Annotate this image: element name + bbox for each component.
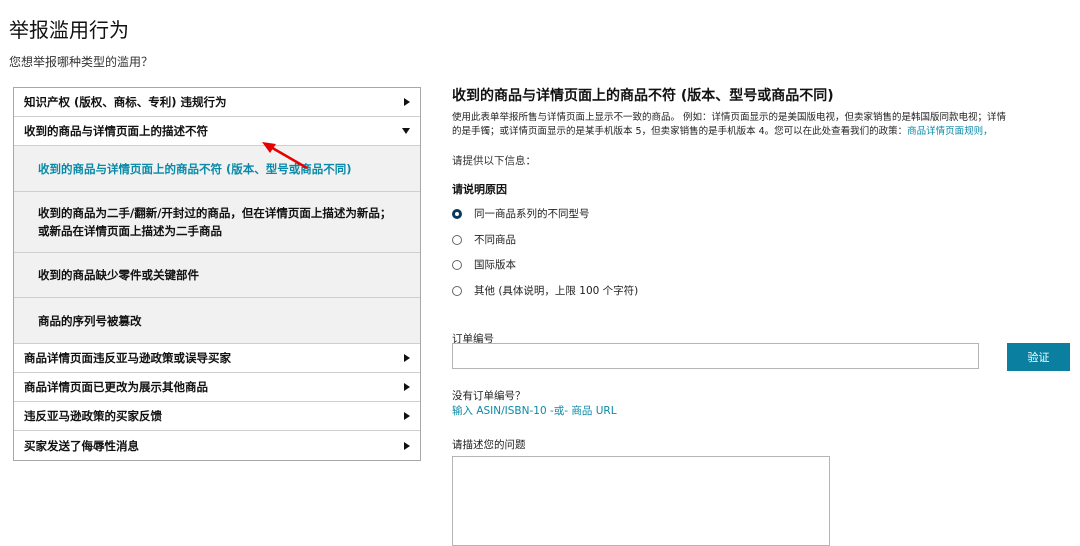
asin-url-link[interactable]: 输入 ASIN/ISBN-10 -或- 商品 URL xyxy=(452,403,617,418)
subitem-serial-tampered[interactable]: 商品的序列号被篡改 xyxy=(14,298,420,344)
subitem-label-line1: 收到的商品为二手/翻新/开封过的商品，但在详情页面上描述为新品； xyxy=(38,206,392,220)
menu-item-label: 买家发送了侮辱性消息 xyxy=(24,438,139,453)
subitem-label: 收到的商品缺少零件或关键部件 xyxy=(38,268,199,282)
reason-label: 不同商品 xyxy=(474,234,516,246)
chevron-right-icon xyxy=(404,412,410,420)
radio-button[interactable] xyxy=(452,259,462,270)
reason-label: 其他 (具体说明，上限 100 个字符) xyxy=(474,285,639,297)
reason-label: 国际版本 xyxy=(474,259,516,271)
detail-description: 使用此表单举报所售与详情页面上显示不一致的商品。 例如：详情页面显示的是美国版电… xyxy=(452,111,1080,139)
reason-option-other[interactable]: 其他 (具体说明，上限 100 个字符) xyxy=(452,283,638,298)
description-text: 的是手镯；或详情页面显示的是某手机版本 5，但卖家销售的是手机版本 4。您可以在… xyxy=(452,126,908,137)
abuse-category-menu: 知识产权 (版权、商标、专利) 违规行为 收到的商品与详情页面上的描述不符 收到… xyxy=(13,87,421,461)
radio-button[interactable] xyxy=(452,285,462,296)
menu-item-buyer-feedback[interactable]: 违反亚马逊政策的买家反馈 xyxy=(14,402,420,431)
radio-button[interactable] xyxy=(452,234,462,245)
description-line-1: 使用此表单举报所售与详情页面上显示不一致的商品。 例如：详情页面显示的是美国版电… xyxy=(452,112,1007,123)
reason-option-international[interactable]: 国际版本 xyxy=(452,257,516,272)
menu-item-abusive-message[interactable]: 买家发送了侮辱性消息 xyxy=(14,431,420,460)
subitem-label: 商品的序列号被篡改 xyxy=(38,313,142,328)
subitem-missing-parts[interactable]: 收到的商品缺少零件或关键部件 xyxy=(14,253,420,298)
order-number-input[interactable] xyxy=(452,343,979,369)
subitem-different-item[interactable]: 收到的商品与详情页面上的商品不符 (版本、型号或商品不同) xyxy=(14,146,420,192)
describe-issue-label: 请描述您的问题 xyxy=(452,439,526,451)
menu-item-ip-violation[interactable]: 知识产权 (版权、商标、专利) 违规行为 xyxy=(14,88,420,117)
description-line-2: 的是手镯；或详情页面显示的是某手机版本 5，但卖家销售的是手机版本 4。您可以在… xyxy=(452,125,1080,139)
policy-link[interactable]: 商品详情页面规则， xyxy=(907,126,993,137)
subitem-label-line2: 或新品在详情页面上描述为二手商品 xyxy=(38,224,222,238)
chevron-right-icon xyxy=(404,98,410,106)
chevron-right-icon xyxy=(404,383,410,391)
menu-item-label: 知识产权 (版权、商标、专利) 违规行为 xyxy=(24,95,227,109)
page-subtitle: 您想举报哪种类型的滥用？ xyxy=(9,55,154,69)
radio-button-checked[interactable] xyxy=(452,208,462,219)
menu-item-not-as-described[interactable]: 收到的商品与详情页面上的描述不符 xyxy=(14,117,420,146)
menu-item-label: 违反亚马逊政策的买家反馈 xyxy=(24,409,162,423)
provide-info-label: 请提供以下信息： xyxy=(452,155,536,167)
menu-item-label: 收到的商品与详情页面上的描述不符 xyxy=(24,124,208,138)
chevron-down-icon xyxy=(402,128,410,134)
describe-issue-textarea[interactable] xyxy=(452,456,830,546)
no-order-number-text: 没有订单编号？ xyxy=(452,390,526,402)
menu-item-detail-page-violation[interactable]: 商品详情页面违反亚马逊政策或误导买家 xyxy=(14,344,420,373)
reason-option-different-item[interactable]: 不同商品 xyxy=(452,232,516,247)
detail-title: 收到的商品与详情页面上的商品不符 (版本、型号或商品不同) xyxy=(452,88,834,104)
reason-label: 同一商品系列的不同型号 xyxy=(474,208,590,220)
subitem-label: 收到的商品与详情页面上的商品不符 (版本、型号或商品不同) xyxy=(38,161,352,176)
menu-item-label: 商品详情页面已更改为展示其他商品 xyxy=(24,380,208,394)
chevron-right-icon xyxy=(404,354,410,362)
menu-item-detail-page-changed[interactable]: 商品详情页面已更改为展示其他商品 xyxy=(14,373,420,402)
reason-option-different-model[interactable]: 同一商品系列的不同型号 xyxy=(452,206,590,221)
page-title: 举报滥用行为 xyxy=(9,18,129,42)
subitem-used-as-new[interactable]: 收到的商品为二手/翻新/开封过的商品，但在详情页面上描述为新品； 或新品在详情页… xyxy=(14,192,420,253)
menu-item-label: 商品详情页面违反亚马逊政策或误导买家 xyxy=(24,351,231,365)
chevron-right-icon xyxy=(404,441,410,450)
verify-button[interactable]: 验证 xyxy=(1007,343,1070,371)
reason-title: 请说明原因 xyxy=(452,183,507,196)
